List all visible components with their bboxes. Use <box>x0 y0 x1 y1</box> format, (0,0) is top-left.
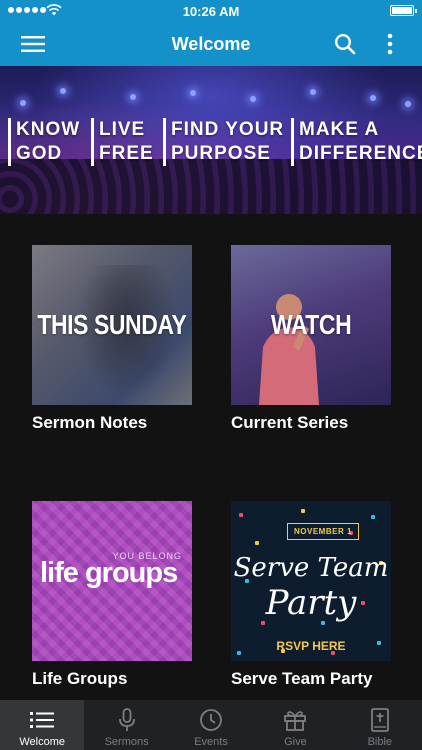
hero-phrase: KNOW GOD <box>8 118 80 166</box>
stage-lights <box>0 86 422 116</box>
tile-label: Serve Team Party <box>231 669 373 688</box>
tile-label: Sermon Notes <box>32 413 148 432</box>
tab-welcome[interactable]: Welcome <box>0 700 85 750</box>
search-button[interactable] <box>331 30 359 58</box>
hero-phrase: LIVE FREE <box>91 118 154 166</box>
bible-icon <box>367 707 393 733</box>
more-options-button[interactable] <box>376 30 404 58</box>
search-icon <box>334 33 356 55</box>
app-bar: Welcome <box>0 22 422 66</box>
event-date-badge: NOVEMBER 1 <box>287 523 359 540</box>
tile-label: Current Series <box>231 413 349 432</box>
bottom-tab-bar: Welcome Sermons Events Give Bible <box>0 700 422 750</box>
hero-phrase: FIND YOUR PURPOSE <box>163 118 284 166</box>
tab-label: Bible <box>367 736 393 748</box>
gift-icon <box>282 707 308 733</box>
tab-sermons[interactable]: Sermons <box>84 700 168 750</box>
tile-current-series[interactable]: WATCH Current Series <box>231 245 391 433</box>
thumbnail-title-line1: Serve Team <box>233 553 389 583</box>
thumbnail-title: life groups <box>40 557 178 589</box>
status-bar: 10:26 AM <box>0 0 422 22</box>
speaker-figure <box>259 294 319 405</box>
tile-life-groups[interactable]: YOU BELONG life groups Life Groups <box>32 501 192 689</box>
thumbnail-title-line2: Party <box>265 583 357 623</box>
rsvp-text: RSVP HERE <box>276 639 346 653</box>
tab-label: Events <box>194 736 228 748</box>
tile-label: Life Groups <box>32 669 128 688</box>
tab-label: Give <box>284 736 307 748</box>
hero-phrases: KNOW GOD LIVE FREE FIND YOUR PURPOSE MAKE A… <box>0 118 422 166</box>
tab-label: Sermons <box>104 736 149 748</box>
tile-thumbnail: YOU BELONG life groups <box>32 501 192 661</box>
tile-thumbnail: WATCH <box>231 245 391 405</box>
tab-give[interactable]: Give <box>253 700 337 750</box>
list-icon <box>29 707 55 733</box>
status-time: 10:26 AM <box>182 4 240 19</box>
tab-bible[interactable]: Bible <box>338 700 422 750</box>
tab-events[interactable]: Events <box>169 700 253 750</box>
tile-serve-team-party[interactable]: NOVEMBER 1 Serve Team Party RSVP HERE Se… <box>231 501 391 689</box>
tile-thumbnail: NOVEMBER 1 Serve Team Party RSVP HERE <box>231 501 391 661</box>
tile-sermon-notes[interactable]: THIS SUNDAY Sermon Notes <box>32 245 192 433</box>
tile-thumbnail: THIS SUNDAY <box>32 245 192 405</box>
crowd-silhouette <box>0 159 422 214</box>
clock-icon <box>198 707 224 733</box>
more-vertical-icon <box>387 33 393 55</box>
thumbnail-title: WATCH <box>270 309 352 340</box>
microphone-icon <box>114 707 140 733</box>
battery-icon <box>390 5 417 16</box>
thumbnail-title: THIS SUNDAY <box>37 309 187 340</box>
hero-phrase: MAKE A DIFFERENCE <box>291 118 422 166</box>
tab-label: Welcome <box>19 736 66 748</box>
